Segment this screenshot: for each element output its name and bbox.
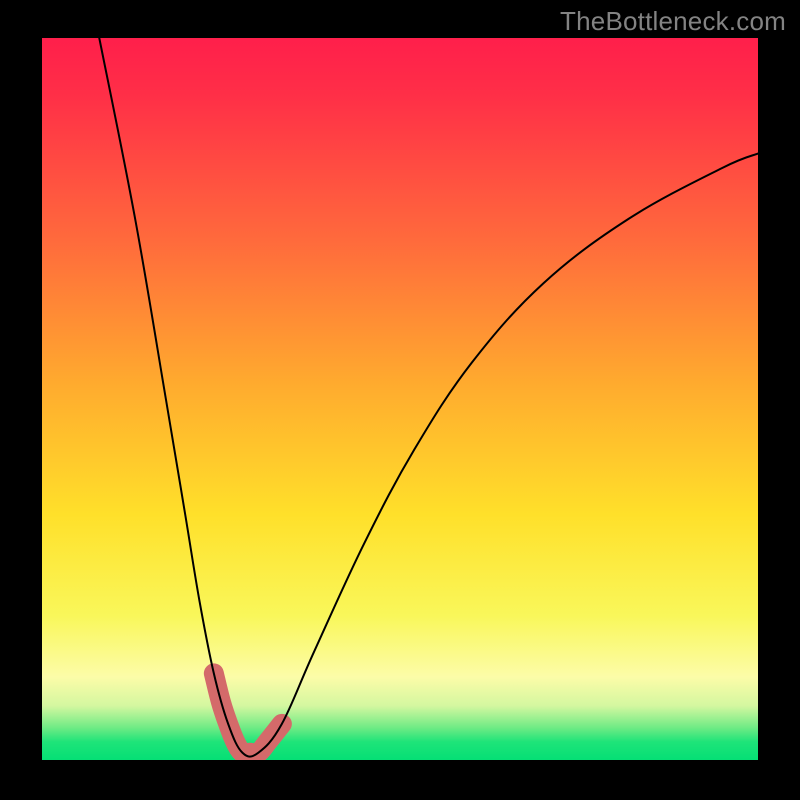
chart-svg: [0, 0, 800, 800]
plot-background: [42, 38, 758, 760]
watermark-text: TheBottleneck.com: [560, 6, 786, 37]
chart-stage: TheBottleneck.com: [0, 0, 800, 800]
